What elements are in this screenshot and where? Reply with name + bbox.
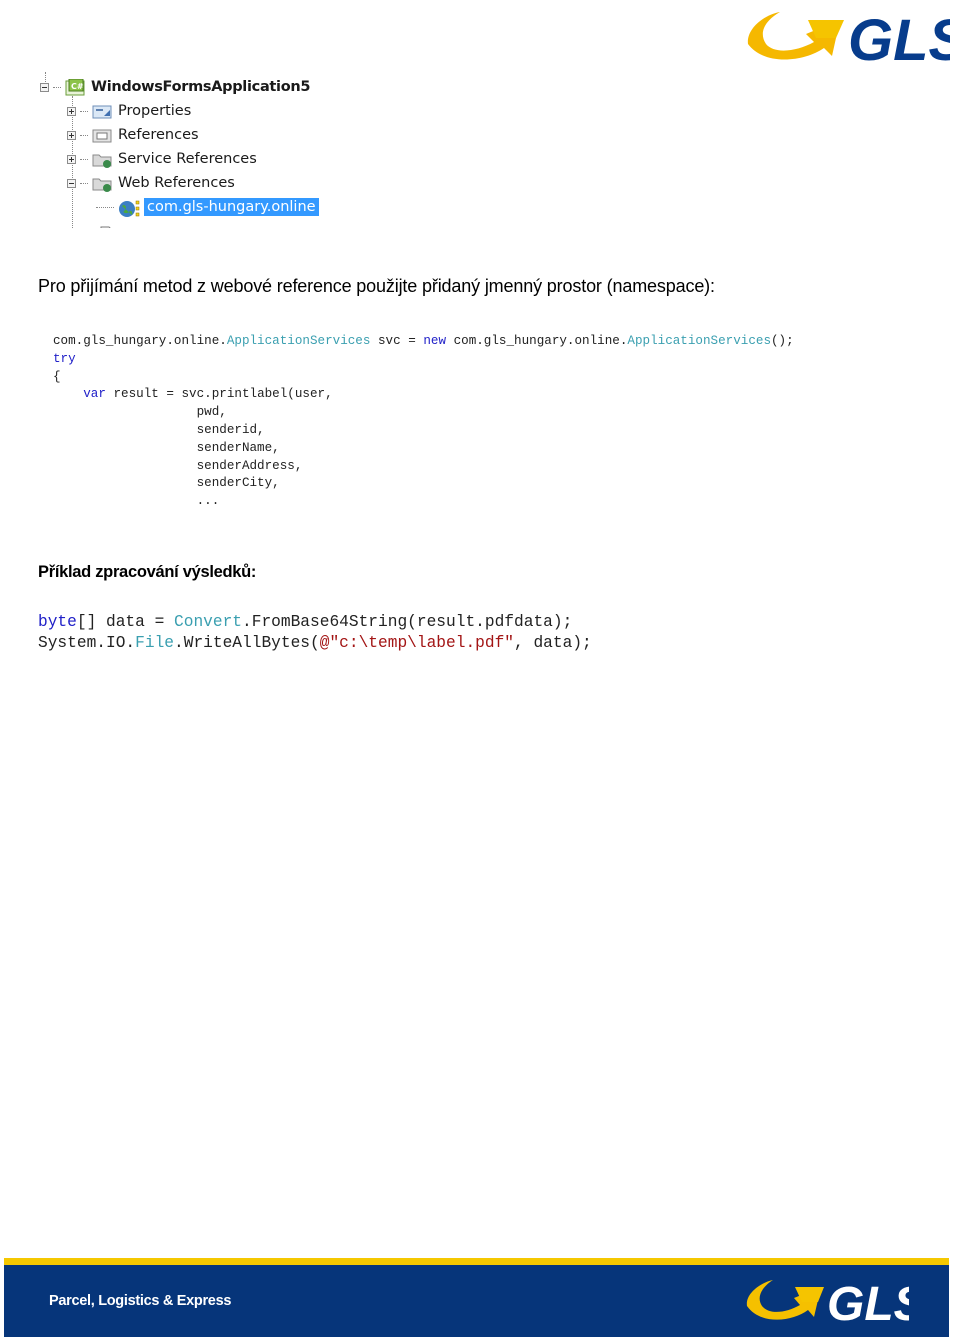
gls-logo-footer: GLS — [744, 1275, 926, 1331]
tree-item-service-references[interactable]: Service References — [67, 148, 257, 170]
results-heading: Příklad zpracování výsledků: — [38, 563, 257, 581]
gls-arrow-logo-icon: GLS — [747, 8, 960, 73]
code-line: pwd, — [196, 405, 227, 420]
intro-paragraph: Pro přijímání metod z webové reference p… — [38, 276, 715, 296]
svg-text:GLS: GLS — [848, 8, 950, 66]
code-block-service-call: com.gls_hungary.online.ApplicationServic… — [53, 333, 794, 511]
collapse-icon[interactable] — [40, 82, 49, 92]
selected-web-reference-label: com.gls-hungary.online — [144, 198, 319, 216]
web-references-folder-icon — [92, 175, 112, 192]
tree-item-label: Properties — [118, 103, 192, 119]
footer-yellow-stripe — [4, 1258, 949, 1265]
gls-arrow-logo-icon: GLS — [746, 1278, 926, 1331]
solution-explorer-tree: C# WindowsFormsApplication5 Properties R… — [36, 72, 336, 228]
tree-item-web-reference-child[interactable]: com.gls-hungary.online — [96, 196, 319, 218]
code-line: senderid, — [196, 422, 265, 437]
code-line: senderAddress, — [196, 458, 303, 473]
code-block-results: byte[] data = Convert.FromBase64String(r… — [38, 612, 592, 653]
references-folder-icon — [92, 127, 112, 144]
web-reference-globe-icon — [118, 199, 140, 217]
gls-logo-top: GLS — [744, 6, 960, 73]
code-line: senderCity, — [196, 476, 280, 491]
file-icon — [100, 223, 114, 228]
code-line: { — [53, 369, 61, 384]
tree-root-item[interactable]: C# WindowsFormsApplication5 — [40, 76, 311, 98]
svg-text:GLS: GLS — [827, 1278, 909, 1325]
service-references-folder-icon — [92, 151, 112, 168]
tree-item-label: Web References — [118, 175, 235, 191]
tree-item-references[interactable]: References — [67, 124, 199, 146]
svg-text:C#: C# — [71, 82, 84, 91]
tree-item-properties[interactable]: Properties — [67, 100, 191, 122]
project-name: WindowsFormsApplication5 — [91, 79, 311, 95]
expand-icon[interactable] — [67, 154, 76, 164]
code-line: var result = svc.printlabel(user, — [83, 387, 333, 402]
code-line: com.gls_hungary.online.ApplicationServic… — [53, 334, 794, 348]
tree-item-partial — [96, 220, 120, 228]
expand-icon[interactable] — [67, 130, 76, 140]
page-footer: Parcel, Logistics & Express GLS — [4, 1258, 949, 1337]
code-line: senderName, — [196, 440, 280, 455]
code-line: System.IO.File.WriteAllBytes(@"c:\temp\l… — [38, 633, 592, 652]
footer-tagline: Parcel, Logistics & Express — [49, 1293, 232, 1309]
code-line: byte[] data = Convert.FromBase64String(r… — [38, 613, 573, 631]
code-line: try — [53, 351, 76, 366]
properties-folder-icon — [92, 103, 112, 120]
csharp-project-icon: C# — [65, 78, 85, 96]
tree-item-web-references[interactable]: Web References — [67, 172, 235, 194]
tree-item-label: Service References — [118, 151, 257, 167]
code-line: ... — [196, 494, 220, 509]
expand-icon[interactable] — [67, 106, 76, 116]
collapse-icon[interactable] — [67, 178, 76, 188]
tree-item-label: References — [118, 127, 199, 143]
